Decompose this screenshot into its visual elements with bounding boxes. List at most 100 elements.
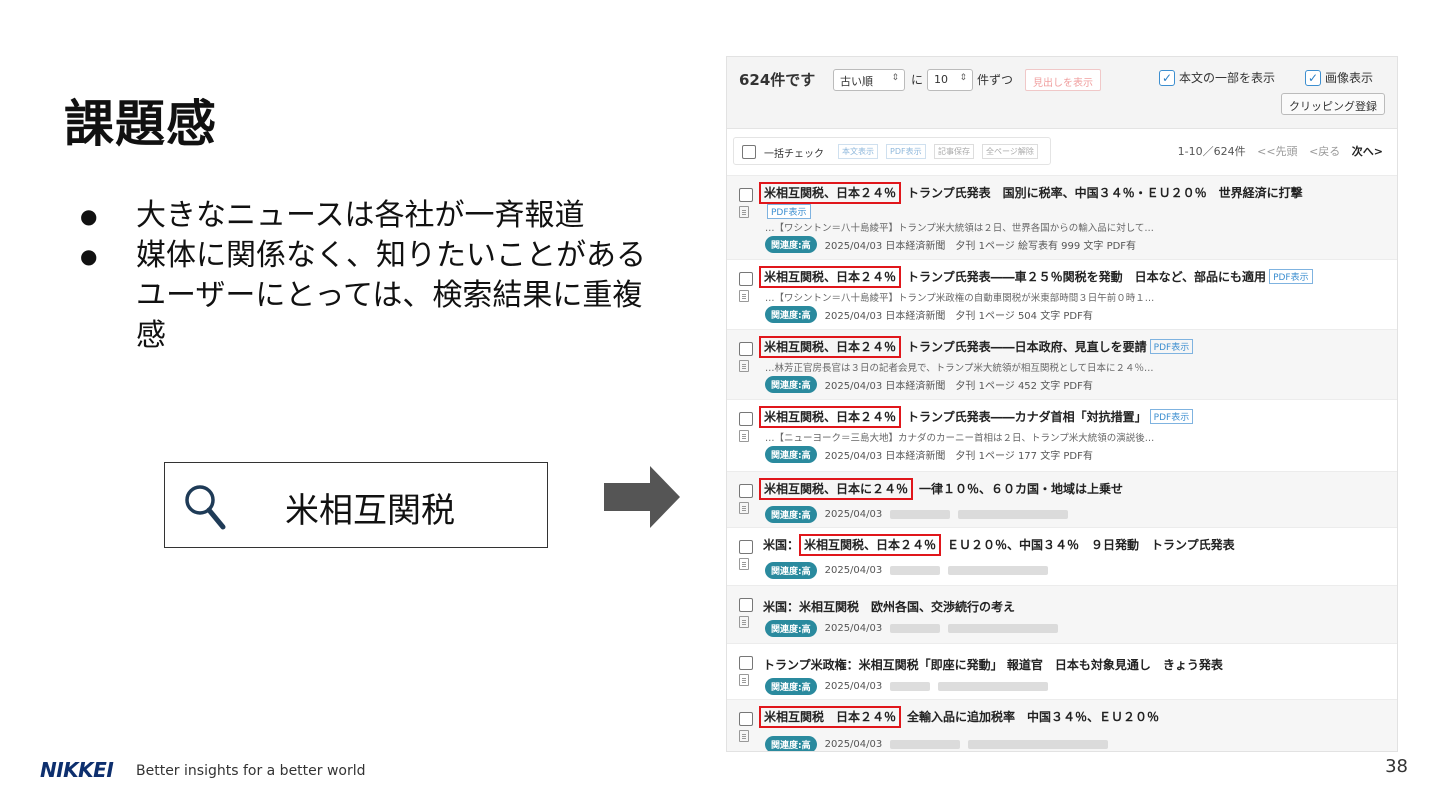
search-box[interactable]: 米相互関税 <box>164 462 548 548</box>
result-item[interactable]: 米相互関税、日本２４％ トランプ氏発表――車２５％関税を発動 日本など、部品にも適… <box>727 259 1397 329</box>
document-icon <box>739 502 749 514</box>
result-checkbox[interactable] <box>739 540 753 554</box>
result-headline[interactable]: 米相互関税、日本２４％ トランプ氏発表――車２５％関税を発動 日本など、部品にも適… <box>759 266 1313 288</box>
result-snippet: …【ニューヨーク＝三島大地】カナダのカーニー首相は２日、トランプ米大統領の演説後… <box>765 433 1155 444</box>
save-article-button[interactable]: 記事保存 <box>934 144 974 159</box>
result-snippet: …【ワシントン＝八十島綾平】トランプ米大統領は２日、世界各国からの輸入品に対して… <box>765 223 1154 234</box>
relevance-badge: 関連度:高 <box>765 236 817 253</box>
pdf-view-link[interactable]: PDF表示 <box>767 204 811 219</box>
clear-all-button[interactable]: 全ページ解除 <box>982 144 1038 159</box>
checkmark-icon: ✓ <box>1159 69 1175 86</box>
redacted-text <box>890 624 941 633</box>
clipping-button[interactable]: クリッピング登録 <box>1281 93 1385 115</box>
result-headline[interactable]: トランプ米政権：米相互関税「即座に発動」 報道官 日本も対象見通し きょう発表 <box>763 656 1223 673</box>
result-snippet: …林芳正官房長官は３日の記者会見で、トランプ米大統領が相互関税として日本に２４％… <box>765 363 1154 374</box>
result-meta: 関連度:高 2025/04/03 日本経済新聞 夕刊 1ページ 504 文字 P… <box>765 306 1093 323</box>
relevance-badge: 関連度:高 <box>765 678 817 695</box>
show-image-checkbox[interactable]: ✓ 画像表示 <box>1305 69 1373 86</box>
redacted-text <box>890 682 931 691</box>
result-meta: 関連度:高 2025/04/03 日本経済新聞 夕刊 1ページ 452 文字 P… <box>765 376 1093 393</box>
search-results-screenshot: 624件です 古い順 ⇕ に 10 ⇕ 件ずつ 見出しを表示 ✓ 本文の一部を表示 ✓… <box>726 56 1398 752</box>
document-icon <box>739 674 749 686</box>
highlight-box: 米相互関税、日本２４％ <box>759 336 902 358</box>
result-checkbox[interactable] <box>739 484 753 498</box>
relevance-badge: 関連度:高 <box>765 446 817 463</box>
redacted-text <box>890 566 941 575</box>
highlight-box: 米相互関税、日本２４％ <box>759 406 902 428</box>
redacted-text <box>958 510 1069 519</box>
document-icon <box>739 206 749 218</box>
next-page-link[interactable]: 次へ> <box>1352 145 1383 158</box>
result-checkbox[interactable] <box>739 412 753 426</box>
bulk-check-label: 一括チェック <box>764 149 824 160</box>
body-view-button[interactable]: 本文表示 <box>838 144 878 159</box>
document-icon <box>739 616 749 628</box>
highlight-box: 米相互関税、日本２４％ <box>799 534 942 556</box>
highlight-box: 米相互関税、日本に２４％ <box>759 478 914 500</box>
result-item[interactable]: 米国： 米相互関税、日本２４％ ＥＵ２０％、中国３４％ ９日発動 トランプ氏発表 関… <box>727 527 1397 585</box>
result-checkbox[interactable] <box>739 188 753 202</box>
chevron-updown-icon: ⇕ <box>959 73 967 83</box>
highlight-box: 米相互関税、日本２４％ <box>759 266 902 288</box>
highlight-box: 米相互関税、日本２４％ <box>759 182 902 204</box>
result-item[interactable]: 米国：米相互関税 欧州各国、交渉続行の考え 関連度:高 2025/04/03 <box>727 585 1397 643</box>
result-checkbox[interactable] <box>739 712 753 726</box>
bulk-action-bar: 一括チェック 本文表示 PDF表示 記事保存 全ページ解除 <box>733 137 1051 165</box>
redacted-text <box>968 740 1109 749</box>
result-item[interactable]: 米相互関税、日本に２４％ 一律１０％、６０カ国・地域は上乗せ 関連度:高 2025… <box>727 471 1397 527</box>
document-icon <box>739 430 749 442</box>
result-item[interactable]: トランプ米政権：米相互関税「即座に発動」 報道官 日本も対象見通し きょう発表 … <box>727 643 1397 699</box>
tagline: Better insights for a better world <box>136 763 366 779</box>
document-icon <box>739 558 749 570</box>
per-page-select[interactable]: 10 ⇕ <box>927 69 973 91</box>
prev-page-link[interactable]: <戻る <box>1309 145 1340 158</box>
result-headline[interactable]: 米相互関税、日本に２４％ 一律１０％、６０カ国・地域は上乗せ <box>759 478 1123 500</box>
result-checkbox[interactable] <box>739 272 753 286</box>
pagination: 1-10／624件 <<先頭 <戻る 次へ> <box>1178 143 1383 159</box>
highlight-box: 米相互関税 日本２４％ <box>759 706 902 728</box>
pdf-view-link[interactable]: PDF表示 <box>1149 409 1194 424</box>
bullet-item: 大きなニュースは各社が一斉報道 <box>80 196 700 236</box>
bullet-list: 大きなニュースは各社が一斉報道 媒体に関係なく、知りたいことがあるユーザーにとっ… <box>80 196 700 356</box>
pdf-view-link[interactable]: PDF表示 <box>1269 269 1313 284</box>
result-meta: 関連度:高 2025/04/03 <box>765 562 1049 579</box>
pdf-view-button[interactable]: PDF表示 <box>886 144 926 159</box>
result-checkbox[interactable] <box>739 656 753 670</box>
result-meta: 関連度:高 2025/04/03 <box>765 506 1069 523</box>
redacted-text <box>948 624 1059 633</box>
result-item[interactable]: 米相互関税、日本２４％ トランプ氏発表 国別に税率、中国３４％・ＥＵ２０％ 世界経… <box>727 175 1397 259</box>
redacted-text <box>948 566 1049 575</box>
result-item[interactable]: 米相互関税 日本２４％ 全輸入品に追加税率 中国３４％、ＥＵ２０％ 関連度:高 2… <box>727 699 1397 751</box>
slide-title: 課題感 <box>64 95 217 153</box>
first-page-link[interactable]: <<先頭 <box>1257 145 1297 158</box>
page-number: 38 <box>1385 756 1408 777</box>
result-item[interactable]: 米相互関税、日本２４％ トランプ氏発表――カナダ首相「対抗措置」 PDF表示 …【ニ… <box>727 399 1397 471</box>
result-checkbox[interactable] <box>739 598 753 612</box>
relevance-badge: 関連度:高 <box>765 506 817 523</box>
result-headline[interactable]: 米国：米相互関税 欧州各国、交渉続行の考え <box>763 598 1015 615</box>
result-count: 624件です <box>739 71 816 89</box>
checkmark-icon: ✓ <box>1305 69 1321 86</box>
headline-only-button[interactable]: 見出しを表示 <box>1025 69 1101 91</box>
result-meta: 関連度:高 2025/04/03 <box>765 678 1049 695</box>
bulk-check-checkbox[interactable] <box>742 145 756 159</box>
result-headline[interactable]: 米相互関税 日本２４％ 全輸入品に追加税率 中国３４％、ＥＵ２０％ <box>759 706 1159 728</box>
relevance-badge: 関連度:高 <box>765 376 817 393</box>
pdf-view-link[interactable]: PDF表示 <box>1149 339 1194 354</box>
result-snippet: …【ワシントン＝八十島綾平】トランプ米政権の自動車関税が米東部時間３日午前０時１… <box>765 293 1155 304</box>
document-icon <box>739 360 749 372</box>
result-headline[interactable]: 米国： 米相互関税、日本２４％ ＥＵ２０％、中国３４％ ９日発動 トランプ氏発表 <box>763 534 1235 556</box>
sort-select[interactable]: 古い順 ⇕ <box>833 69 905 91</box>
show-body-checkbox[interactable]: ✓ 本文の一部を表示 <box>1159 69 1275 86</box>
pagination-range: 1-10／624件 <box>1177 145 1246 158</box>
result-headline[interactable]: 米相互関税、日本２４％ トランプ氏発表――カナダ首相「対抗措置」 PDF表示 <box>759 406 1194 428</box>
search-icon <box>185 485 226 530</box>
bullet-item: 媒体に関係なく、知りたいことがあるユーザーにとっては、検索結果に重複感 <box>80 236 670 356</box>
result-item[interactable]: 米相互関税、日本２４％ トランプ氏発表――日本政府、見直しを要請 PDF表示 …林芳… <box>727 329 1397 399</box>
result-headline[interactable]: 米相互関税、日本２４％ トランプ氏発表 国別に税率、中国３４％・ＥＵ２０％ 世界経… <box>759 182 1303 204</box>
document-icon <box>739 290 749 302</box>
results-toolbar: 624件です 古い順 ⇕ に 10 ⇕ 件ずつ 見出しを表示 ✓ 本文の一部を表示 ✓… <box>727 57 1397 129</box>
result-headline[interactable]: 米相互関税、日本２４％ トランプ氏発表――日本政府、見直しを要請 PDF表示 <box>759 336 1194 358</box>
search-term: 米相互関税 <box>285 491 455 531</box>
result-checkbox[interactable] <box>739 342 753 356</box>
